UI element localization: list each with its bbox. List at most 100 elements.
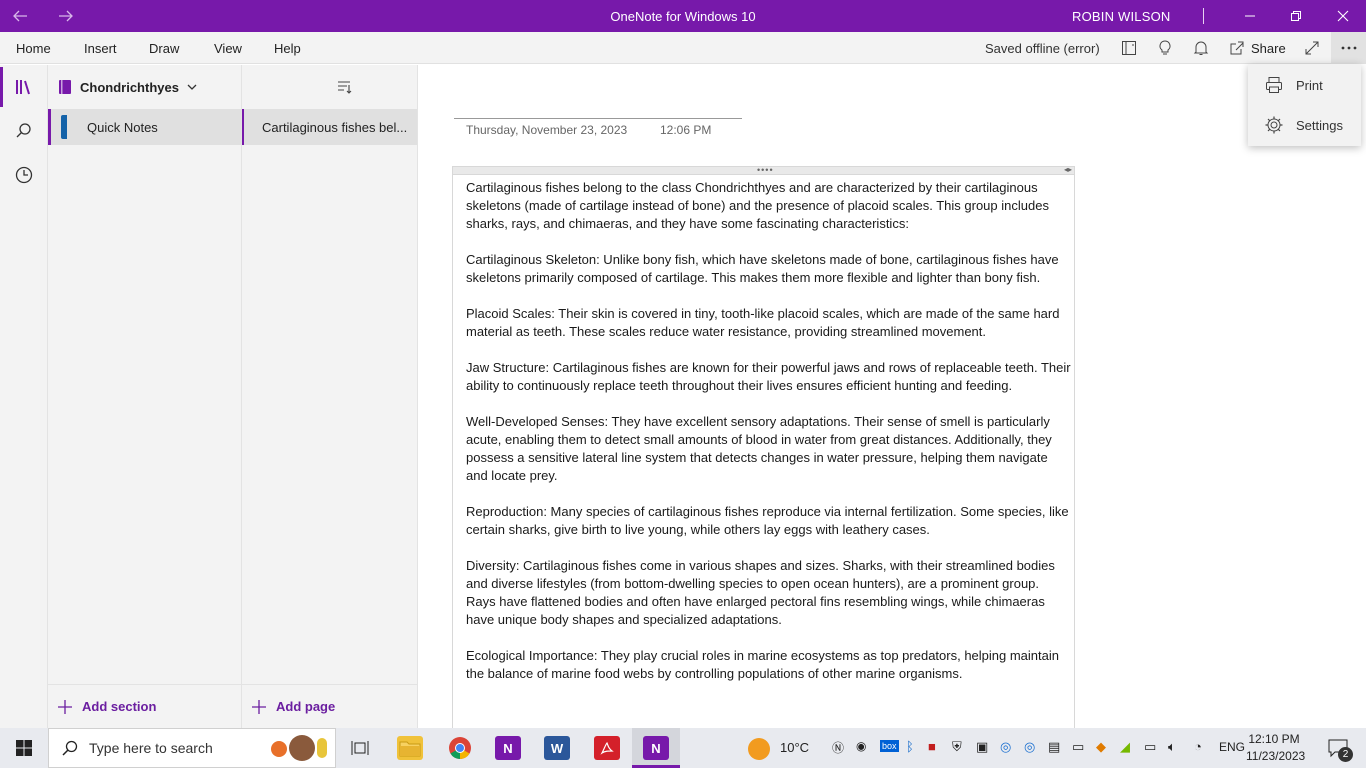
onenote-2016-icon[interactable]: N xyxy=(495,736,521,760)
note-paragraph[interactable]: Jaw Structure: Cartilaginous fishes are … xyxy=(466,359,1072,395)
restore-button[interactable] xyxy=(1273,0,1319,32)
section-label: Quick Notes xyxy=(87,119,158,135)
battery-icon[interactable]: ▭ xyxy=(1144,739,1156,755)
navigation-rail xyxy=(0,65,48,728)
wifi-icon[interactable]: ◔ xyxy=(1194,739,1202,754)
notebook-selector[interactable]: Chondrichthyes xyxy=(58,79,197,95)
tray-icon-refresh[interactable]: ◎ xyxy=(1024,739,1035,755)
share-button[interactable]: Share xyxy=(1228,38,1286,58)
menu-bar: Home Insert Draw View Help Saved offline… xyxy=(0,32,1366,64)
clock-icon xyxy=(15,166,33,184)
word-icon[interactable]: W xyxy=(544,736,570,760)
add-section-label: Add section xyxy=(82,699,157,714)
section-item-quick-notes[interactable]: Quick Notes xyxy=(48,109,241,145)
notification-count: 2 xyxy=(1338,747,1353,762)
section-color-tab xyxy=(61,115,67,139)
page-item-cartilaginous-fishes[interactable]: Cartilaginous fishes bel... xyxy=(242,109,417,145)
menu-insert[interactable]: Insert xyxy=(84,41,117,56)
sync-status[interactable]: Saved offline (error) xyxy=(985,41,1100,56)
bell-icon[interactable] xyxy=(1191,38,1211,58)
menu-draw[interactable]: Draw xyxy=(149,41,179,56)
weather-icon[interactable] xyxy=(748,738,770,760)
tray-icon-eye[interactable]: ◉ xyxy=(856,739,866,753)
active-indicator xyxy=(0,67,3,107)
minimize-button[interactable] xyxy=(1227,0,1273,32)
tray-icon-red[interactable]: ■ xyxy=(928,739,936,754)
note-paragraph[interactable]: Reproduction: Many species of cartilagin… xyxy=(466,503,1072,539)
task-view-icon xyxy=(351,741,369,755)
page-title-line[interactable] xyxy=(454,118,742,119)
notebook-list-icon[interactable] xyxy=(1119,38,1139,58)
bluetooth-icon[interactable]: ᛒ xyxy=(906,739,914,754)
onenote-icon[interactable]: N xyxy=(643,736,669,760)
tray-icon-device[interactable]: ▣ xyxy=(976,739,988,755)
keyboard-icon[interactable]: ▤ xyxy=(1048,739,1060,755)
search-icon xyxy=(16,123,31,138)
close-icon xyxy=(1337,10,1349,22)
taskbar-clock[interactable]: 12:10 PM 11/23/2023 xyxy=(1246,731,1305,765)
lightbulb-icon[interactable] xyxy=(1155,38,1175,58)
menu-home[interactable]: Home xyxy=(16,41,51,56)
note-paragraph[interactable]: Cartilaginous fishes belong to the class… xyxy=(466,179,1072,233)
plus-icon xyxy=(252,699,266,714)
search-button[interactable] xyxy=(0,109,48,153)
note-paragraph[interactable]: Diversity: Cartilaginous fishes come in … xyxy=(466,557,1072,629)
minimize-icon xyxy=(1245,15,1255,17)
tray-icon-n[interactable]: Ⓝ xyxy=(832,739,844,756)
notebook-icon xyxy=(59,80,71,94)
add-page-label: Add page xyxy=(276,699,336,714)
box-icon[interactable]: box xyxy=(880,740,899,752)
file-explorer-icon[interactable] xyxy=(397,736,423,760)
menu-view[interactable]: View xyxy=(214,41,242,56)
acrobat-icon[interactable] xyxy=(594,736,620,760)
add-page-button[interactable]: Add page xyxy=(242,684,417,728)
note-paragraph[interactable]: Cartilaginous Skeleton: Unlike bony fish… xyxy=(466,251,1072,287)
weather-temp[interactable]: 10°C xyxy=(780,740,809,755)
more-dots-icon xyxy=(1341,46,1356,50)
search-icon xyxy=(62,740,78,756)
account-name[interactable]: ROBIN WILSON xyxy=(1072,9,1170,24)
nvidia-icon[interactable]: ◢ xyxy=(1120,739,1130,755)
more-options-button[interactable] xyxy=(1331,32,1366,64)
printer-icon xyxy=(1266,77,1282,93)
language-indicator[interactable]: ENG xyxy=(1219,740,1245,754)
display-icon[interactable]: ▭ xyxy=(1072,739,1084,755)
chrome-icon[interactable] xyxy=(447,736,473,760)
settings-menu-item[interactable]: Settings xyxy=(1248,105,1361,145)
sections-pane: Chondrichthyes Quick Notes Add section xyxy=(48,65,242,728)
thanksgiving-doodle-icon[interactable] xyxy=(271,735,327,761)
security-icon[interactable]: ⛨ xyxy=(952,739,962,755)
notification-center-button[interactable]: 2 xyxy=(1318,728,1358,768)
note-paragraph[interactable]: Ecological Importance: They play crucial… xyxy=(466,647,1072,683)
settings-label: Settings xyxy=(1296,117,1343,133)
more-options-menu: Print Settings xyxy=(1248,64,1361,146)
pages-pane: Cartilaginous fishes bel... Add page xyxy=(242,65,418,728)
page-time: 12:06 PM xyxy=(660,123,712,137)
print-menu-item[interactable]: Print xyxy=(1248,65,1361,105)
notebooks-button[interactable] xyxy=(0,65,48,109)
start-button[interactable] xyxy=(0,728,48,768)
volume-icon[interactable]: 🔈︎ xyxy=(1168,739,1176,755)
clock-time: 12:10 PM xyxy=(1248,732,1300,746)
menu-help[interactable]: Help xyxy=(274,41,301,56)
task-view-button[interactable] xyxy=(346,728,374,768)
share-icon xyxy=(1230,41,1244,55)
note-paragraph[interactable]: Well-Developed Senses: They have excelle… xyxy=(466,413,1072,485)
taskbar-search-box[interactable]: Type here to search xyxy=(48,728,336,768)
page-date: Thursday, November 23, 2023 xyxy=(466,123,628,137)
gear-icon xyxy=(1265,116,1283,134)
sort-icon[interactable] xyxy=(336,79,352,95)
tray-icon-sync[interactable]: ◎ xyxy=(1000,739,1011,755)
note-text[interactable]: Cartilaginous fishes belong to the class… xyxy=(466,179,1072,701)
add-section-button[interactable]: Add section xyxy=(48,684,241,728)
restore-icon xyxy=(1291,11,1301,21)
page-canvas[interactable]: Thursday, November 23, 2023 12:06 PM •••… xyxy=(418,65,1366,737)
close-button[interactable] xyxy=(1320,0,1366,32)
expand-icon[interactable] xyxy=(1302,38,1322,58)
chevron-down-icon xyxy=(187,84,197,90)
print-label: Print xyxy=(1296,77,1323,93)
recent-notes-button[interactable] xyxy=(0,153,48,197)
tray-icon-orange[interactable]: ◆ xyxy=(1096,739,1106,755)
note-paragraph[interactable]: Placoid Scales: Their skin is covered in… xyxy=(466,305,1072,341)
search-placeholder: Type here to search xyxy=(89,740,213,756)
